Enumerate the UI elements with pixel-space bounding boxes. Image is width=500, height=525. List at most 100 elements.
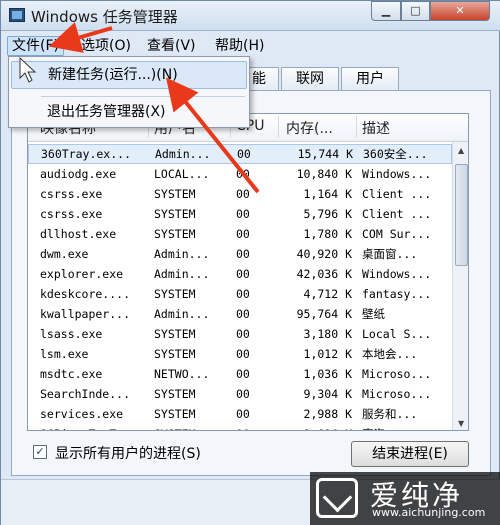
process-cpu: 00 bbox=[236, 424, 276, 430]
process-cpu: 00 bbox=[236, 347, 250, 361]
process-user: SYSTEM bbox=[154, 347, 196, 361]
process-name: csrss.exe bbox=[40, 207, 103, 221]
show-all-users-checkbox[interactable]: ✓ bbox=[33, 445, 47, 459]
process-name: lsass.exe bbox=[40, 327, 103, 341]
column-divider[interactable] bbox=[356, 116, 357, 138]
process-description: 服务和... bbox=[362, 407, 418, 421]
process-description: COM Sur... bbox=[362, 227, 432, 241]
process-memory: 1,780 K bbox=[303, 227, 352, 241]
menu-options[interactable]: 选项(O) bbox=[77, 36, 135, 56]
process-name: kwallpaper... bbox=[40, 307, 131, 321]
process-list: 映像名称 用户名 CPU 内存(... 描述 360Tray.ex... Admi… bbox=[27, 113, 469, 431]
tab-users[interactable]: 用户 bbox=[341, 67, 399, 90]
process-cpu: 00 bbox=[236, 267, 250, 281]
process-name: explorer.exe bbox=[40, 267, 124, 281]
process-description: 壁纸 bbox=[362, 307, 385, 321]
process-user: SYSTEM bbox=[154, 187, 196, 201]
process-user: NETWO... bbox=[154, 367, 210, 381]
process-user: Admin... bbox=[154, 307, 210, 321]
process-row[interactable]: dwm.exe Admin... 00 40,920 K 桌面窗... bbox=[28, 244, 452, 264]
process-name: msdtc.exe bbox=[40, 367, 103, 381]
process-name: lsm.exe bbox=[40, 347, 89, 361]
process-memory: 15,744 K bbox=[297, 147, 353, 161]
window-title: Windows 任务管理器 bbox=[31, 8, 178, 26]
process-description: Local S... bbox=[362, 327, 432, 341]
process-user: Admin... bbox=[154, 247, 210, 261]
process-memory: 95,764 K bbox=[296, 307, 352, 321]
process-description: 桌面窗... bbox=[362, 247, 418, 261]
process-memory: 3,180 K bbox=[303, 327, 352, 341]
process-row[interactable]: csrss.exe SYSTEM 00 1,164 K Client ... bbox=[28, 184, 452, 204]
process-name: 360Tray.ex... bbox=[41, 147, 132, 161]
process-user: LOCAL... bbox=[154, 167, 210, 181]
process-cpu: 00 bbox=[236, 227, 250, 241]
column-description[interactable]: 描述 bbox=[362, 118, 450, 138]
menu-file[interactable]: 文件(F) bbox=[7, 36, 64, 56]
process-description: fantasy... bbox=[362, 287, 432, 301]
menu-view[interactable]: 查看(V) bbox=[143, 36, 200, 56]
process-row[interactable]: msdtc.exe NETWO... 00 1,036 K Microso... bbox=[28, 364, 452, 384]
scroll-down-icon[interactable]: ▼ bbox=[458, 419, 464, 428]
process-cpu: 00 bbox=[236, 207, 250, 221]
process-description: Microso... bbox=[362, 387, 432, 401]
minimize-button[interactable]: ▁ bbox=[371, 1, 401, 21]
process-user: SYSTEM bbox=[154, 424, 230, 430]
process-name: audiodg.exe bbox=[40, 167, 117, 181]
process-memory: 9,304 K bbox=[303, 387, 352, 401]
process-description: Windows... bbox=[362, 267, 432, 281]
process-row[interactable]: csrss.exe SYSTEM 00 5,796 K Client ... bbox=[28, 204, 452, 224]
process-cpu: 00 bbox=[236, 367, 250, 381]
file-menu-dropdown: 新建任务(运行...)(N) 退出任务管理器(X) bbox=[8, 56, 250, 128]
menu-separator bbox=[41, 96, 245, 97]
scroll-up-icon[interactable]: ▲ bbox=[458, 146, 464, 155]
menu-bar: 文件(F) 选项(O) 查看(V) 帮助(H) bbox=[1, 33, 500, 57]
process-cpu: 00 bbox=[236, 167, 250, 181]
process-cpu: 00 bbox=[236, 287, 250, 301]
process-cpu: 00 bbox=[236, 387, 250, 401]
process-row[interactable]: lsass.exe SYSTEM 00 3,180 K Local S... bbox=[28, 324, 452, 344]
process-row[interactable]: services.exe SYSTEM 00 2,988 K 服务和... bbox=[28, 404, 452, 424]
process-row[interactable]: SearchInde... SYSTEM 00 9,304 K Microso... bbox=[28, 384, 452, 404]
process-memory: 4,712 K bbox=[303, 287, 352, 301]
maximize-button[interactable]: □ bbox=[401, 1, 430, 21]
process-memory: 42,036 K bbox=[296, 267, 352, 281]
column-memory[interactable]: 内存(... bbox=[286, 118, 356, 138]
task-manager-icon bbox=[9, 8, 25, 22]
vertical-scrollbar[interactable]: ▲ ▼ bbox=[452, 142, 468, 430]
process-cpu: 00 bbox=[237, 147, 251, 161]
process-name: SearchInde... bbox=[40, 387, 131, 401]
end-process-button[interactable]: 结束进程(E) bbox=[351, 441, 469, 467]
process-user: SYSTEM bbox=[154, 227, 196, 241]
process-row[interactable]: explorer.exe Admin... 00 42,036 K Windows... bbox=[28, 264, 452, 284]
process-user: SYSTEM bbox=[154, 207, 196, 221]
process-name: dllhost.exe bbox=[40, 227, 117, 241]
process-user: Admin... bbox=[155, 147, 211, 161]
process-description: Client ... bbox=[362, 187, 432, 201]
process-row[interactable]: lsm.exe SYSTEM 00 1,012 K 本地会... bbox=[28, 344, 452, 364]
scroll-thumb[interactable] bbox=[455, 164, 468, 266]
process-description: 360安全... bbox=[363, 147, 428, 161]
process-row[interactable]: SCPisvcTmeT SYSTEM 00 2,616 K 鹰盗... bbox=[28, 424, 452, 430]
process-row[interactable]: 360Tray.ex... Admin... 00 15,744 K 360安全... bbox=[28, 144, 452, 164]
column-divider[interactable] bbox=[278, 116, 279, 138]
tab-networking[interactable]: 联网 bbox=[281, 67, 339, 90]
close-button[interactable]: ✕ bbox=[430, 1, 490, 21]
process-name: kdeskcore.... bbox=[40, 287, 131, 301]
process-name: csrss.exe bbox=[40, 187, 103, 201]
process-row[interactable]: kwallpaper... Admin... 00 95,764 K 壁纸 bbox=[28, 304, 452, 324]
process-cpu: 00 bbox=[236, 307, 250, 321]
process-description: 鹰盗... bbox=[362, 424, 452, 430]
menu-help[interactable]: 帮助(H) bbox=[211, 36, 268, 56]
menu-item-new-task[interactable]: 新建任务(运行...)(N) bbox=[11, 61, 247, 89]
title-bar[interactable]: Windows 任务管理器 ▁ □ ✕ bbox=[1, 1, 500, 31]
process-memory: 10,840 K bbox=[296, 167, 352, 181]
process-row[interactable]: audiodg.exe LOCAL... 00 10,840 K Windows... bbox=[28, 164, 452, 184]
process-row[interactable]: dllhost.exe SYSTEM 00 1,780 K COM Sur... bbox=[28, 224, 452, 244]
process-user: SYSTEM bbox=[154, 327, 196, 341]
process-user: SYSTEM bbox=[154, 387, 196, 401]
menu-item-exit[interactable]: 退出任务管理器(X) bbox=[11, 99, 247, 127]
process-description: Client ... bbox=[362, 207, 432, 221]
site-watermark: 爱纯净 www.aichunjing.com bbox=[310, 472, 500, 525]
process-row[interactable]: kdeskcore.... SYSTEM 00 4,712 K fantasy... bbox=[28, 284, 452, 304]
process-memory: 5,796 K bbox=[303, 207, 352, 221]
